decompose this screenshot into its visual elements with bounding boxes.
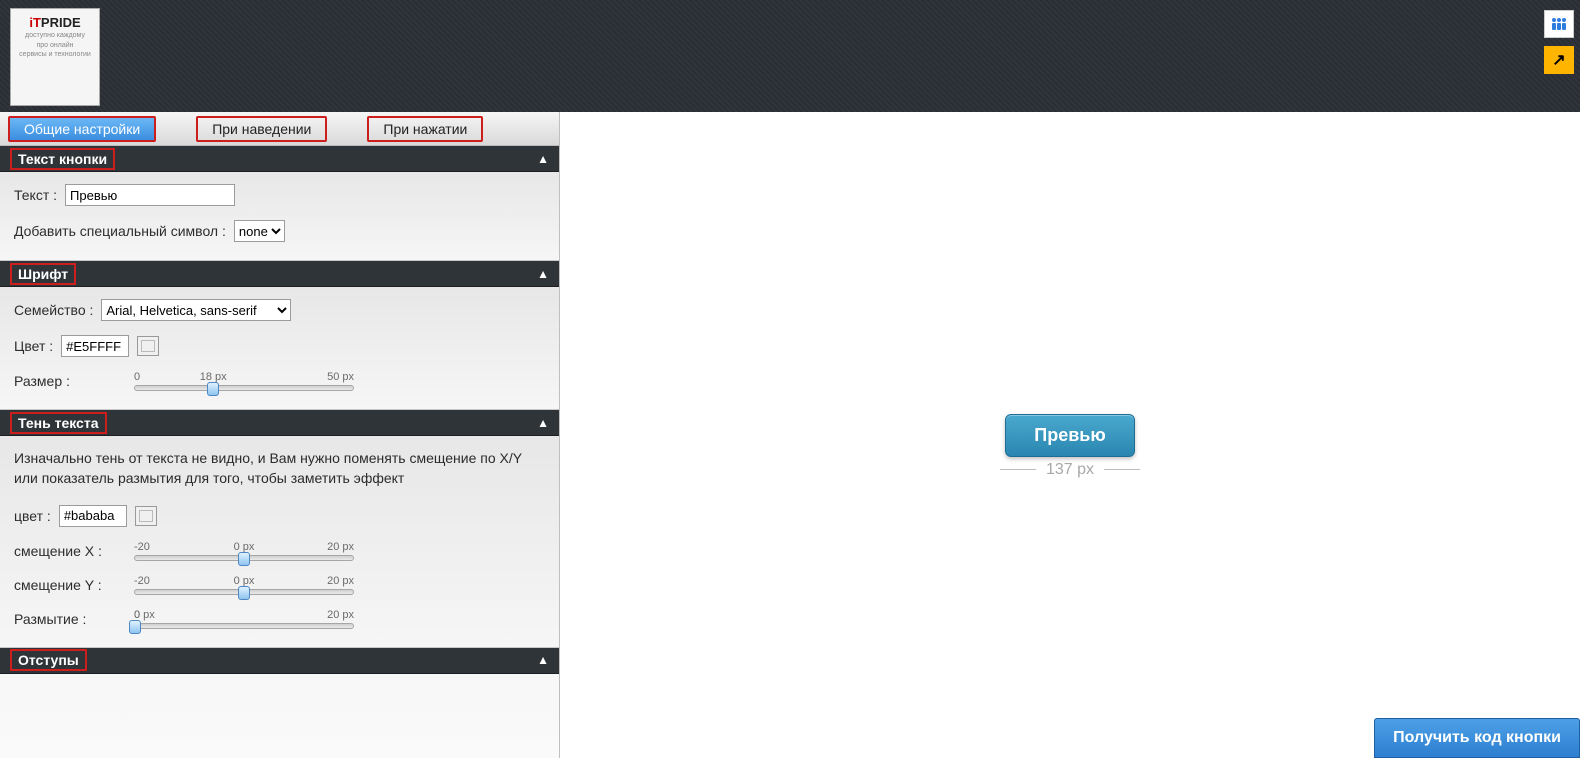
width-indicator: 137 px bbox=[1000, 461, 1140, 479]
button-text-input[interactable] bbox=[65, 184, 235, 206]
font-size-slider[interactable]: 0 18 px 50 px bbox=[134, 371, 354, 391]
section-title-shadow: Тень текста bbox=[18, 415, 99, 431]
slider-thumb[interactable] bbox=[207, 382, 219, 396]
section-title-padding: Отступы bbox=[18, 652, 79, 668]
top-bar: iTPRIDE доступно каждому про онлайн серв… bbox=[0, 0, 1580, 112]
slider-thumb[interactable] bbox=[238, 586, 250, 600]
slider-thumb[interactable] bbox=[129, 620, 141, 634]
tabs-bar: Общие настройки При наведении При нажати… bbox=[0, 112, 559, 146]
shadow-offy-slider[interactable]: -20 0 px 20 px bbox=[134, 575, 354, 595]
logo[interactable]: iTPRIDE доступно каждому про онлайн серв… bbox=[10, 8, 100, 106]
tab-hover[interactable]: При наведении bbox=[196, 116, 327, 142]
section-title-text: Текст кнопки bbox=[18, 151, 107, 167]
font-size-min: 0 bbox=[134, 371, 140, 383]
section-header-padding[interactable]: Отступы ▲ bbox=[0, 648, 559, 674]
section-header-text[interactable]: Текст кнопки ▲ bbox=[0, 146, 559, 172]
font-color-label: Цвет : bbox=[14, 338, 53, 354]
font-size-label: Размер : bbox=[14, 373, 114, 389]
width-line-right bbox=[1104, 469, 1140, 470]
section-body-text: Текст : Добавить специальный символ : no… bbox=[0, 172, 559, 261]
get-code-button[interactable]: Получить код кнопки bbox=[1374, 718, 1580, 758]
shadow-desc: Изначально тень от текста не видно, и Ва… bbox=[14, 448, 545, 489]
font-family-label: Семейство : bbox=[14, 302, 93, 318]
collapse-icon: ▲ bbox=[537, 152, 549, 166]
tab-press[interactable]: При нажатии bbox=[367, 116, 483, 142]
shadow-color-input[interactable] bbox=[59, 505, 127, 527]
shadow-blur-label: Размытие : bbox=[14, 611, 114, 627]
offy-min: -20 bbox=[134, 575, 150, 587]
symbol-select[interactable]: none bbox=[234, 220, 285, 242]
collapse-icon: ▲ bbox=[537, 653, 549, 667]
offx-min: -20 bbox=[134, 541, 150, 553]
offx-max: 20 px bbox=[327, 541, 354, 553]
logo-rest: PRIDE bbox=[41, 15, 81, 30]
collapse-icon: ▲ bbox=[537, 267, 549, 281]
text-label: Текст : bbox=[14, 187, 57, 203]
blur-max: 20 px bbox=[327, 609, 354, 621]
arrow-icon[interactable]: ↗ bbox=[1544, 46, 1574, 74]
logo-sub2: про онлайн bbox=[36, 42, 73, 50]
shadow-offy-label: смещение Y : bbox=[14, 577, 114, 593]
workspace: Общие настройки При наведении При нажати… bbox=[0, 112, 1580, 758]
tab-general[interactable]: Общие настройки bbox=[8, 116, 156, 142]
font-color-swatch[interactable] bbox=[137, 336, 159, 356]
settings-panel: Общие настройки При наведении При нажати… bbox=[0, 112, 560, 758]
width-value: 137 px bbox=[1046, 461, 1094, 479]
section-header-font[interactable]: Шрифт ▲ bbox=[0, 261, 559, 287]
section-body-shadow: Изначально тень от текста не видно, и Ва… bbox=[0, 436, 559, 648]
section-body-font: Семейство : Arial, Helvetica, sans-serif… bbox=[0, 287, 559, 410]
top-right-badges: ↗ bbox=[1544, 10, 1574, 74]
section-header-shadow[interactable]: Тень текста ▲ bbox=[0, 410, 559, 436]
font-family-select[interactable]: Arial, Helvetica, sans-serif bbox=[101, 299, 291, 321]
font-size-max: 50 px bbox=[327, 371, 354, 383]
people-icon[interactable] bbox=[1544, 10, 1574, 38]
preview-button[interactable]: Превью bbox=[1005, 414, 1134, 457]
offy-max: 20 px bbox=[327, 575, 354, 587]
section-title-font: Шрифт bbox=[18, 266, 68, 282]
collapse-icon: ▲ bbox=[537, 416, 549, 430]
width-line-left bbox=[1000, 469, 1036, 470]
shadow-color-label: цвет : bbox=[14, 508, 51, 524]
arrow-glyph: ↗ bbox=[1552, 50, 1565, 70]
shadow-offx-slider[interactable]: -20 0 px 20 px bbox=[134, 541, 354, 561]
logo-sub1: доступно каждому bbox=[25, 32, 85, 40]
logo-sub3: сервисы и технологии bbox=[19, 51, 91, 59]
symbol-label: Добавить специальный символ : bbox=[14, 223, 226, 239]
shadow-offx-label: смещение X : bbox=[14, 543, 114, 559]
logo-letter-t: T bbox=[33, 15, 41, 30]
font-color-input[interactable] bbox=[61, 335, 129, 357]
shadow-color-swatch[interactable] bbox=[135, 506, 157, 526]
preview-pane: Превью 137 px Получить код кнопки bbox=[560, 112, 1580, 758]
shadow-blur-slider[interactable]: 0 0 px 20 px bbox=[134, 609, 354, 629]
slider-thumb[interactable] bbox=[238, 552, 250, 566]
logo-brand: iTPRIDE bbox=[29, 15, 80, 30]
